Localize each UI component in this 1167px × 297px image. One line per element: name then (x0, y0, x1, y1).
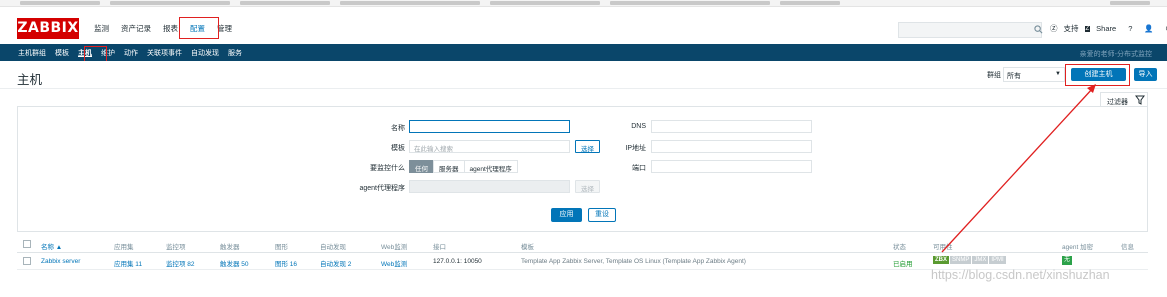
col-name[interactable]: 名称 ▲ (41, 241, 62, 251)
select-all-checkbox[interactable] (23, 240, 31, 248)
monitored-by-any[interactable]: 任何 (409, 160, 434, 173)
proxy-select-button: 选择 (575, 180, 600, 193)
template-input[interactable]: 在此输入搜索 (409, 140, 570, 153)
share-icon[interactable]: Z (1084, 25, 1091, 32)
host-triggers-link[interactable]: 触发器 50 (220, 258, 249, 268)
proxy-input (409, 180, 570, 193)
snmp-badge: SNMP (950, 256, 972, 264)
jmx-badge: JMX (972, 256, 989, 264)
col-status: 状态 (893, 244, 906, 251)
ip-input[interactable] (651, 140, 812, 153)
host-items-link[interactable]: 监控项 82 (166, 258, 195, 268)
host-discovery-link[interactable]: 自动发现 2 (320, 258, 351, 268)
subnav-server-name: 亲爱的老师-分布式监控 (1079, 51, 1152, 58)
chevron-down-icon: ▼ (1055, 71, 1061, 77)
import-button[interactable]: 导入 (1134, 68, 1157, 81)
subnav-host-groups[interactable]: 主机群组 (18, 48, 51, 58)
ip-label: IP地址 (625, 145, 646, 152)
subnav-services[interactable]: 服务 (228, 48, 247, 58)
watermark: https://blog.csdn.net/xinshuzhan (931, 268, 1110, 282)
name-label: 名称 (391, 125, 405, 132)
col-encryption: agent 加密 (1062, 244, 1094, 251)
host-status-toggle[interactable]: 已启用 (893, 258, 913, 268)
port-input[interactable] (651, 160, 812, 173)
reset-button[interactable]: 重设 (588, 208, 616, 222)
host-interface: 127.0.0.1: 10050 (433, 258, 482, 265)
group-select[interactable]: 所有 ▼ (1003, 67, 1065, 82)
ipmi-badge: IPMI (989, 256, 1006, 264)
col-graphs: 图形 (275, 244, 288, 251)
host-applications-link[interactable]: 应用集 11 (114, 258, 142, 268)
browser-bookmarks-strip (0, 0, 1167, 7)
annotation-box-create-host (1065, 64, 1130, 86)
subnav-actions[interactable]: 动作 (124, 48, 143, 58)
zabbix-logo[interactable]: ZABBIX (17, 18, 79, 39)
user-profile-icon[interactable]: 👤 (1144, 24, 1153, 33)
col-web: Web监测 (381, 244, 408, 251)
annotation-box-configuration (179, 17, 219, 39)
host-web-link[interactable]: Web监测 (381, 258, 407, 268)
subnav-discovery[interactable]: 自动发现 (191, 48, 224, 58)
dns-label: DNS (631, 123, 646, 130)
row-checkbox[interactable] (23, 257, 31, 265)
global-search-input[interactable] (898, 22, 1042, 38)
col-interface: 接口 (433, 244, 446, 251)
port-label: 端口 (632, 165, 646, 172)
col-info: 信息 (1121, 244, 1134, 251)
zbx-badge: ZBX (933, 256, 949, 264)
hosts-table-header: 名称 ▲ 应用集 监控项 触发器 图形 自动发现 Web监测 接口 模板 状态 … (17, 236, 1148, 253)
filter-icon (1135, 95, 1145, 105)
monitored-by-label: 要监控什么 (370, 165, 405, 172)
col-templates: 模板 (521, 244, 534, 251)
proxy-label: agent代理程序 (359, 185, 405, 192)
monitored-by-proxy[interactable]: agent代理程序 (463, 160, 518, 173)
name-input[interactable] (409, 120, 570, 133)
col-availability: 可用性 (933, 244, 953, 251)
support-link[interactable]: 支持 (1064, 23, 1079, 34)
subnav-event-correlation[interactable]: 关联项事件 (147, 48, 187, 58)
template-label: 模板 (391, 145, 405, 152)
share-link[interactable]: Share (1096, 24, 1116, 33)
page-header: 主机 群组 所有 ▼ 创建主机 导入 (0, 61, 1167, 89)
support-icon[interactable]: Ⓩ (1050, 23, 1058, 34)
monitored-by-server[interactable]: 服务器 (433, 160, 465, 173)
page-title: 主机 (17, 73, 43, 87)
col-items: 监控项 (166, 244, 186, 251)
dns-input[interactable] (651, 120, 812, 133)
col-applications: 应用集 (114, 244, 134, 251)
host-graphs-link[interactable]: 图形 16 (275, 258, 297, 268)
host-name-link[interactable]: Zabbix server (41, 258, 80, 265)
group-label: 群组 (987, 72, 1001, 79)
top-links: Ⓩ 支持 Z Share ? 👤 ⏻ (1050, 23, 1167, 34)
col-triggers: 触发器 (220, 244, 240, 251)
apply-button[interactable]: 应用 (551, 208, 582, 222)
host-templates[interactable]: Template App Zabbix Server, Template OS … (521, 258, 746, 265)
menu-inventory[interactable]: 资产记录 (115, 22, 157, 36)
filter-tab[interactable]: 过滤器 (1100, 92, 1148, 107)
availability-badges: ZBX SNMP JMX IPMI (933, 256, 1007, 264)
search-icon[interactable] (1034, 25, 1043, 34)
encryption-badge: 无 (1062, 256, 1072, 265)
menu-monitoring[interactable]: 监测 (88, 22, 115, 36)
col-discovery: 自动发现 (320, 244, 346, 251)
group-select-value: 所有 (1007, 73, 1021, 80)
subnav-templates[interactable]: 模板 (55, 48, 74, 58)
help-link[interactable]: ? (1128, 24, 1132, 33)
sub-navigation: 主机群组 模板 主机 维护 动作 关联项事件 自动发现 服务 亲爱的老师-分布式… (0, 44, 1167, 61)
monitored-by-toggle: 任何 服务器 agent代理程序 (409, 160, 518, 173)
